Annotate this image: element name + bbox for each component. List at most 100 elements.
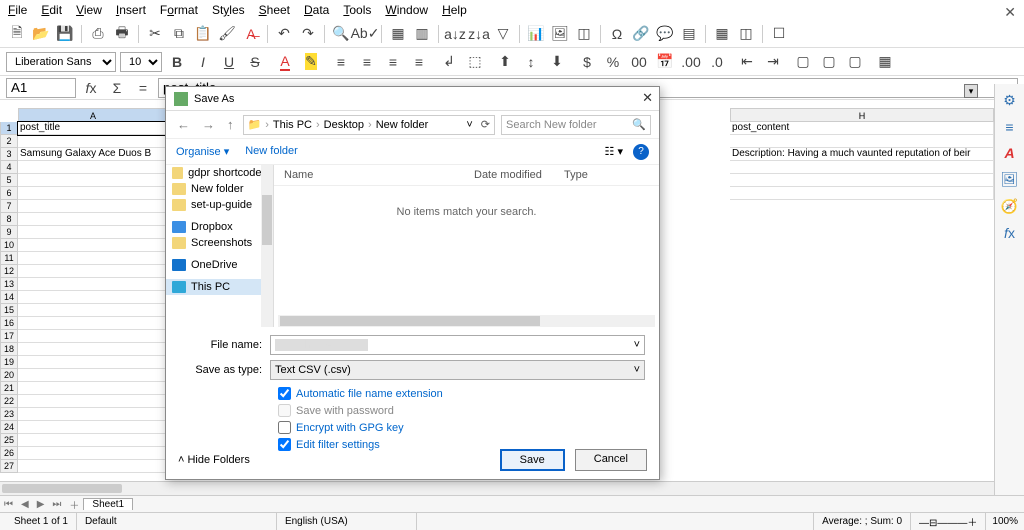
breadcrumb[interactable]: 📁 › This PC › Desktop › New folder ˅ ⟳ xyxy=(243,115,496,135)
cell[interactable] xyxy=(18,330,168,343)
row-header[interactable]: 22 xyxy=(0,395,18,408)
sidebar-gallery-icon[interactable]: 🖼 xyxy=(1001,171,1019,188)
sheet-tab[interactable]: Sheet1 xyxy=(83,498,133,510)
tree-item-dropbox[interactable]: Dropbox xyxy=(166,219,273,235)
menu-edit[interactable]: Edit xyxy=(41,3,62,17)
new-icon[interactable]: 🗎 xyxy=(6,23,28,45)
cell[interactable] xyxy=(730,161,994,174)
status-language[interactable]: English (USA) xyxy=(277,513,417,530)
cell[interactable] xyxy=(18,317,168,330)
col-header-A[interactable]: A xyxy=(18,108,168,122)
spellcheck-icon[interactable]: Ab✓ xyxy=(354,23,376,45)
cell-A1[interactable]: post_title xyxy=(18,122,168,135)
row-header[interactable]: 25 xyxy=(0,434,18,447)
valign-top-icon[interactable]: ⬆ xyxy=(494,51,516,73)
cell-A3[interactable]: Samsung Galaxy Ace Duos B xyxy=(18,148,168,161)
row-header[interactable]: 20 xyxy=(0,369,18,382)
breadcrumb-item[interactable]: Desktop xyxy=(324,119,364,131)
date-icon[interactable]: 📅 xyxy=(654,51,676,73)
row-header[interactable]: 4 xyxy=(0,161,18,174)
align-left-icon[interactable]: ≡ xyxy=(330,51,352,73)
sort-desc-icon[interactable]: z↓a xyxy=(468,23,490,45)
col-type[interactable]: Type xyxy=(564,169,588,181)
menu-file[interactable]: File xyxy=(8,3,27,17)
filename-input[interactable]: hidden˅ xyxy=(270,335,645,355)
row-header[interactable]: 18 xyxy=(0,343,18,356)
auto-extension-checkbox[interactable]: Automatic file name extension xyxy=(278,385,645,402)
row-header[interactable]: 8 xyxy=(0,213,18,226)
merge-icon[interactable]: ⬚ xyxy=(464,51,486,73)
equals-icon[interactable]: = xyxy=(132,77,154,99)
tab-prev-icon[interactable]: ◀ xyxy=(17,499,33,510)
italic-icon[interactable]: I xyxy=(192,51,214,73)
nav-up-icon[interactable]: ↑ xyxy=(224,117,237,132)
cell[interactable] xyxy=(18,369,168,382)
cell[interactable] xyxy=(18,265,168,278)
clear-format-icon[interactable]: A̶ xyxy=(240,23,262,45)
breadcrumb-item[interactable]: New folder xyxy=(376,119,429,131)
inc-decimal-icon[interactable]: .00 xyxy=(680,51,702,73)
function-wizard-icon[interactable]: fx xyxy=(80,77,102,99)
filetype-select[interactable]: Text CSV (.csv)˅ xyxy=(270,360,645,380)
cell[interactable] xyxy=(18,278,168,291)
align-right-icon[interactable]: ≡ xyxy=(382,51,404,73)
cell[interactable] xyxy=(18,252,168,265)
cell-H2[interactable] xyxy=(730,135,994,148)
cell[interactable] xyxy=(18,213,168,226)
autofilter-icon[interactable]: ▽ xyxy=(492,23,514,45)
row-header[interactable]: 12 xyxy=(0,265,18,278)
underline-icon[interactable]: U xyxy=(218,51,240,73)
paste-icon[interactable]: 📋 xyxy=(192,23,214,45)
cell[interactable] xyxy=(18,226,168,239)
hyperlink-icon[interactable]: 🔗 xyxy=(630,23,652,45)
file-list-pane[interactable]: Name Date modified Type No items match y… xyxy=(274,165,659,327)
wrap-icon[interactable]: ↲ xyxy=(438,51,460,73)
row-header[interactable]: 13 xyxy=(0,278,18,291)
row-header[interactable]: 5 xyxy=(0,174,18,187)
cell[interactable] xyxy=(18,304,168,317)
row-header[interactable]: 14 xyxy=(0,291,18,304)
col-header-H[interactable]: H xyxy=(730,108,994,122)
sort-asc-icon[interactable]: a↓z xyxy=(444,23,466,45)
cell[interactable] xyxy=(18,239,168,252)
border-style-icon[interactable]: ▢ xyxy=(818,51,840,73)
currency-icon[interactable]: $ xyxy=(576,51,598,73)
cell[interactable] xyxy=(18,187,168,200)
row-header[interactable]: 10 xyxy=(0,239,18,252)
tree-item[interactable]: gdpr shortcodes xyxy=(166,165,273,181)
borders-icon[interactable]: ▢ xyxy=(792,51,814,73)
cell[interactable] xyxy=(730,174,994,187)
name-box[interactable] xyxy=(6,78,76,98)
nav-fwd-icon[interactable]: → xyxy=(199,117,218,132)
align-justify-icon[interactable]: ≡ xyxy=(408,51,430,73)
indent-dec-icon[interactable]: ⇤ xyxy=(736,51,758,73)
extra-icon[interactable]: ☐ xyxy=(768,23,790,45)
tree-item-this-pc[interactable]: This PC xyxy=(166,279,273,295)
row-header[interactable]: 15 xyxy=(0,304,18,317)
menu-data[interactable]: Data xyxy=(304,3,329,17)
tree-item-onedrive[interactable]: OneDrive xyxy=(166,257,273,273)
font-size-select[interactable]: 10 xyxy=(120,52,162,72)
cell[interactable] xyxy=(18,200,168,213)
row-header[interactable]: 2 xyxy=(0,135,18,148)
tree-item[interactable]: New folder xyxy=(166,181,273,197)
cut-icon[interactable]: ✂ xyxy=(144,23,166,45)
save-password-checkbox[interactable]: Save with password xyxy=(278,402,645,419)
cancel-button[interactable]: Cancel xyxy=(575,449,647,471)
new-folder-button[interactable]: New folder xyxy=(245,145,298,158)
row-header[interactable]: 16 xyxy=(0,317,18,330)
print-icon[interactable]: 🖶 xyxy=(111,23,133,45)
menu-view[interactable]: View xyxy=(76,3,102,17)
save-button[interactable]: Save xyxy=(500,449,565,471)
font-color-icon[interactable]: A xyxy=(274,51,296,73)
border-color-icon[interactable]: ▢ xyxy=(844,51,866,73)
freeze-icon[interactable]: ▦ xyxy=(711,23,733,45)
align-center-icon[interactable]: ≡ xyxy=(356,51,378,73)
cell[interactable] xyxy=(18,421,168,434)
window-close-icon[interactable]: ✕ xyxy=(1004,4,1016,21)
format-paint-icon[interactable]: 🖌 xyxy=(216,23,238,45)
strike-icon[interactable]: S xyxy=(244,51,266,73)
sidebar-settings-icon[interactable]: ⚙ xyxy=(1003,92,1016,109)
cell[interactable] xyxy=(18,291,168,304)
sidebar-properties-icon[interactable]: ≡ xyxy=(1005,119,1013,135)
